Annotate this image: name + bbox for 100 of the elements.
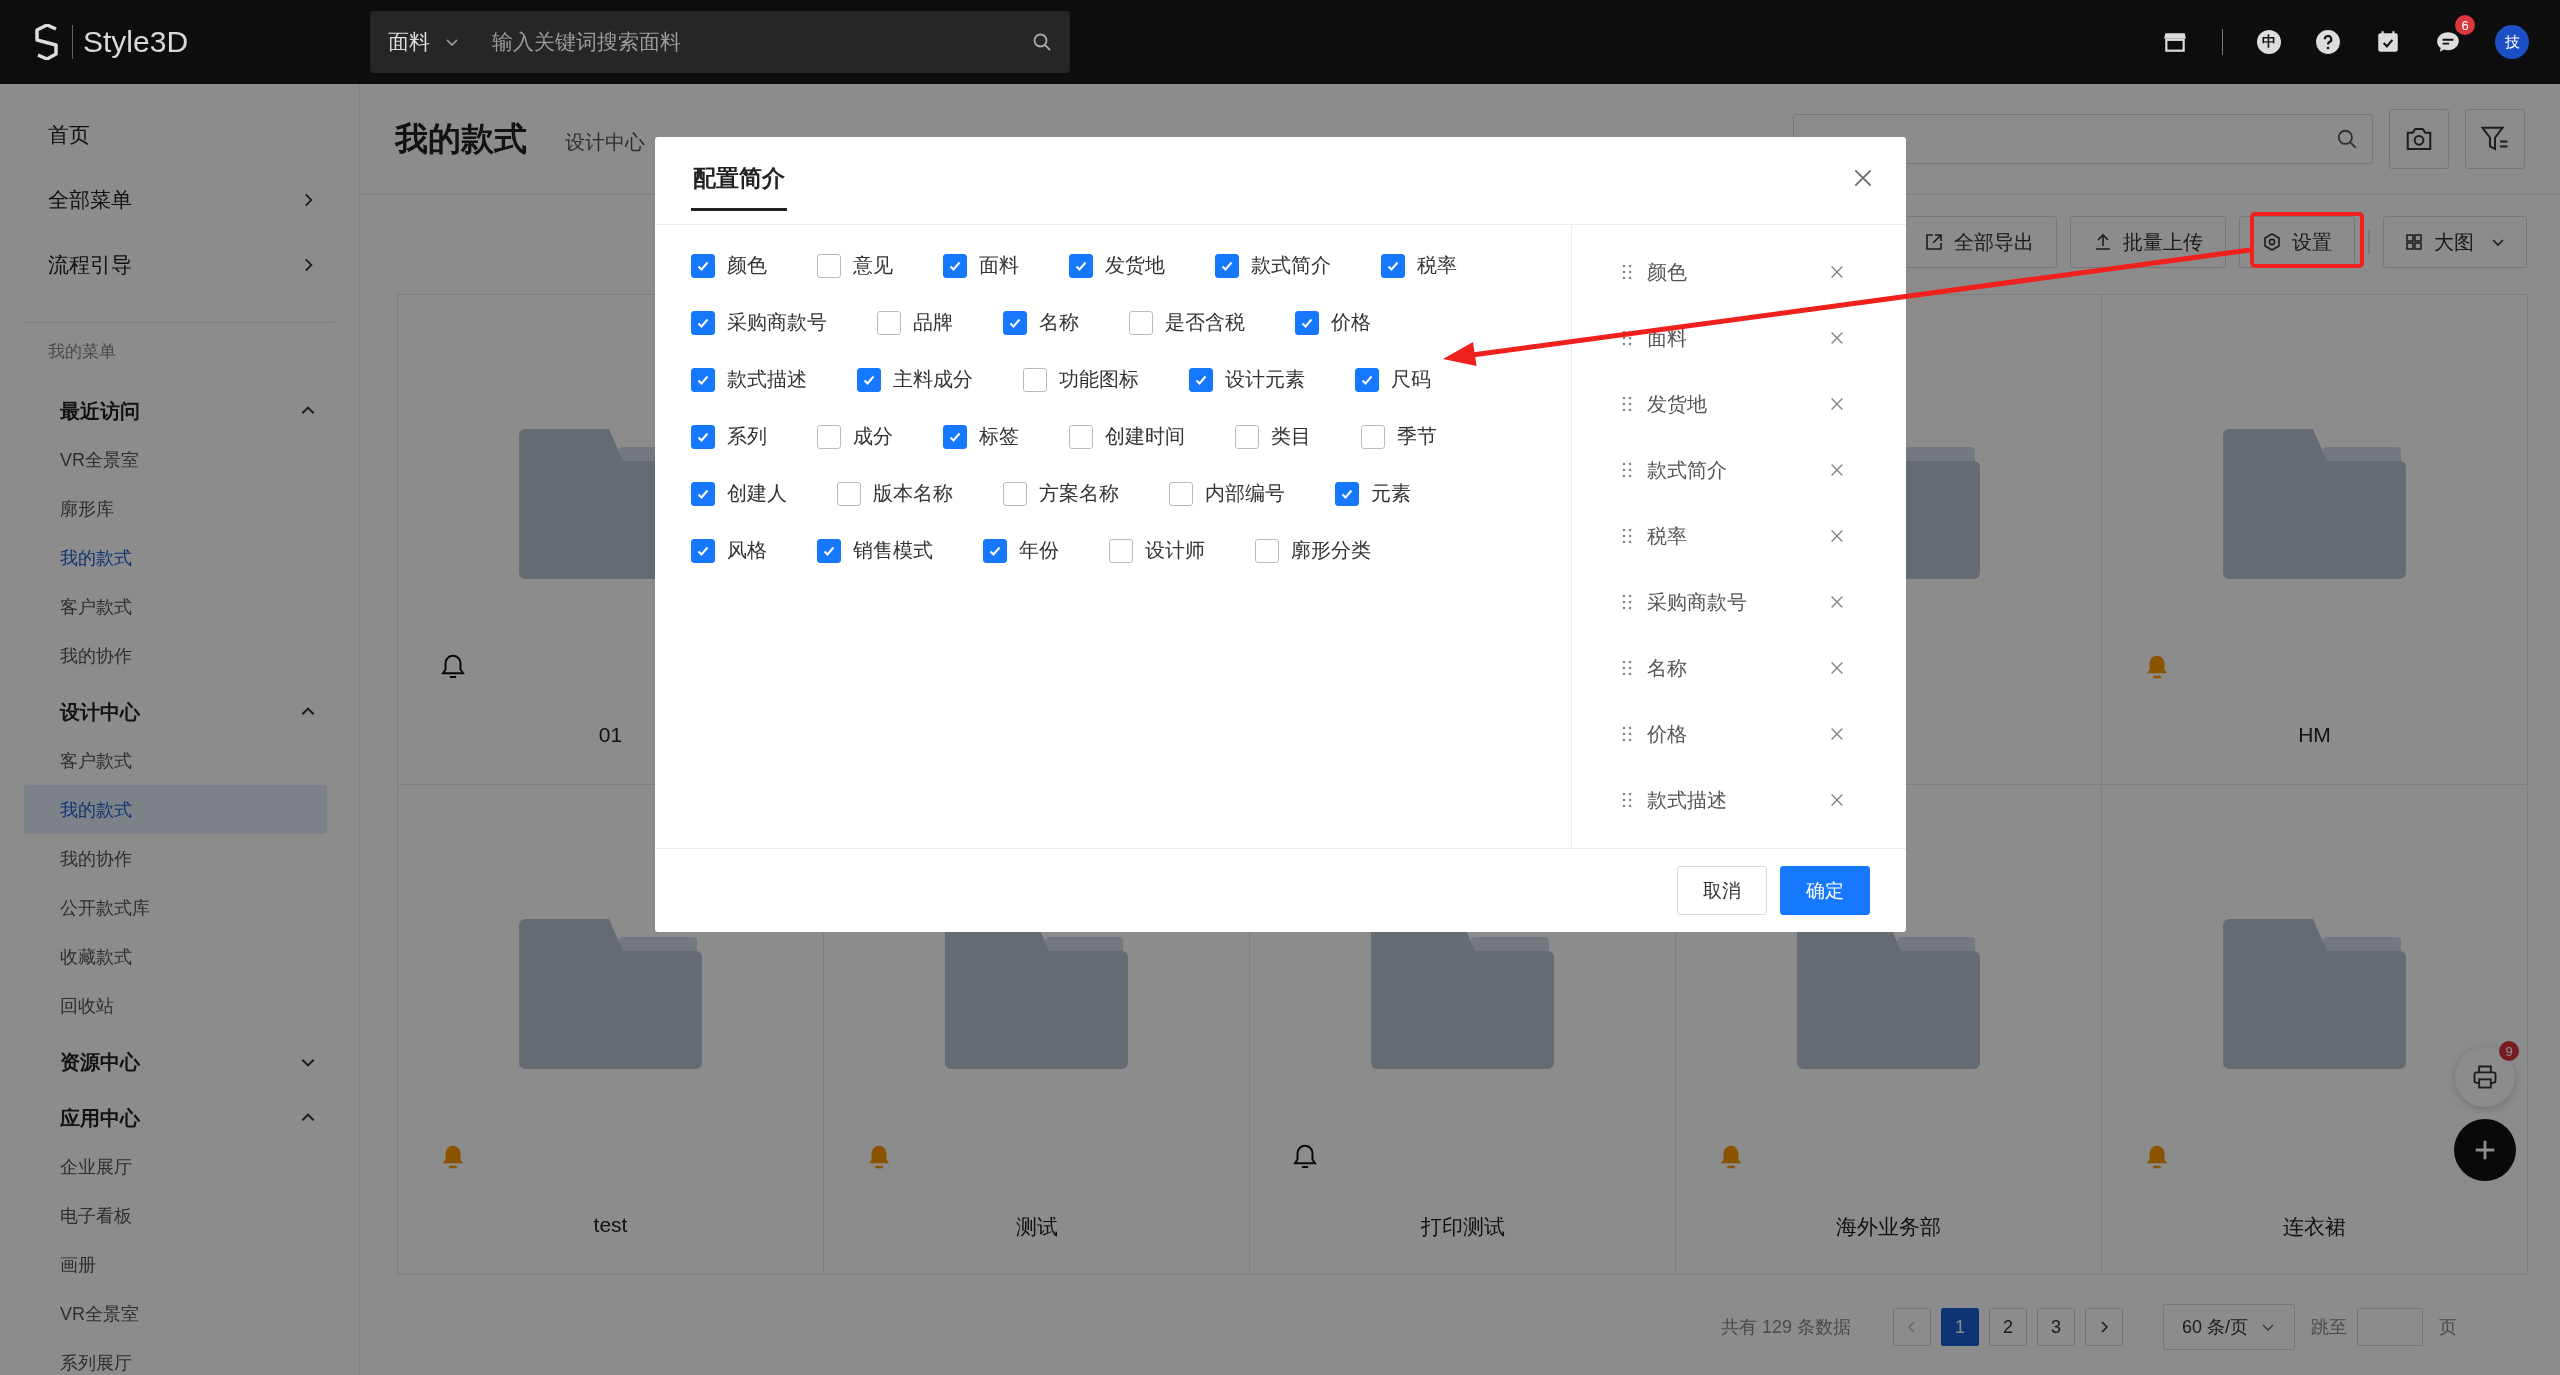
drag-handle-icon[interactable] bbox=[1622, 462, 1632, 478]
menu-item[interactable]: 我的协作 bbox=[24, 631, 327, 680]
checkbox[interactable] bbox=[877, 310, 901, 335]
menu-item[interactable]: 企业展厅 bbox=[24, 1142, 327, 1191]
checkbox[interactable] bbox=[1235, 424, 1259, 449]
drag-handle-icon[interactable] bbox=[1622, 594, 1632, 610]
camera-button[interactable] bbox=[2389, 109, 2449, 169]
cancel-button[interactable]: 取消 bbox=[1677, 866, 1767, 915]
remove-icon[interactable] bbox=[1828, 659, 1846, 677]
menu-item[interactable]: 廓形库 bbox=[24, 484, 327, 533]
dialog-title[interactable]: 配置简介 bbox=[691, 137, 787, 211]
menu-item[interactable]: 我的协作 bbox=[24, 834, 327, 883]
checkbox[interactable] bbox=[837, 481, 861, 506]
menu-item[interactable]: VR全景室 bbox=[24, 1289, 327, 1338]
checkbox[interactable] bbox=[1361, 424, 1385, 449]
remove-icon[interactable] bbox=[1828, 593, 1846, 611]
menu-item[interactable]: 我的款式 bbox=[24, 533, 327, 582]
checkbox[interactable] bbox=[1003, 481, 1027, 506]
menu-item[interactable]: 系列展厅 bbox=[24, 1338, 327, 1375]
filter-button[interactable] bbox=[2465, 109, 2525, 169]
user-avatar[interactable]: 技 bbox=[2495, 25, 2529, 59]
menu-item[interactable]: 公开款式库 bbox=[24, 883, 327, 932]
folder-card[interactable]: test bbox=[398, 785, 824, 1275]
checkbox[interactable] bbox=[691, 253, 715, 278]
print-button[interactable] bbox=[2455, 1047, 2515, 1107]
menu-item[interactable]: 我的款式 bbox=[24, 785, 327, 834]
page-button[interactable]: 2 bbox=[1989, 1308, 2027, 1346]
checkbox-label: 款式简介 bbox=[1251, 253, 1331, 278]
checkbox[interactable] bbox=[1023, 367, 1047, 392]
category-select[interactable]: 面料 bbox=[388, 28, 490, 56]
menu-item[interactable]: 客户款式 bbox=[24, 582, 327, 631]
checkbox[interactable] bbox=[817, 538, 841, 563]
upload-button[interactable]: 批量上传 bbox=[2070, 216, 2226, 268]
help-icon[interactable] bbox=[2315, 29, 2341, 55]
checkbox-label: 是否含税 bbox=[1165, 310, 1245, 335]
checkbox[interactable] bbox=[1069, 424, 1093, 449]
breadcrumb-link[interactable]: 设计中心 bbox=[565, 128, 645, 156]
menu-item[interactable]: 首页 bbox=[0, 102, 359, 167]
confirm-button[interactable]: 确定 bbox=[1780, 866, 1870, 915]
calendar-check-icon[interactable] bbox=[2375, 29, 2401, 55]
checkbox[interactable] bbox=[1215, 253, 1239, 278]
checkbox[interactable] bbox=[691, 538, 715, 563]
menu-group-header[interactable]: 设计中心 bbox=[0, 688, 359, 736]
drag-handle-icon[interactable] bbox=[1622, 726, 1632, 742]
drag-handle-icon[interactable] bbox=[1622, 264, 1632, 280]
drag-handle-icon[interactable] bbox=[1622, 528, 1632, 544]
close-icon[interactable] bbox=[1852, 167, 1874, 189]
menu-item[interactable]: 画册 bbox=[24, 1240, 327, 1289]
page-size-select[interactable]: 60 条/页 bbox=[2163, 1304, 2295, 1350]
remove-icon[interactable] bbox=[1828, 791, 1846, 809]
drag-handle-icon[interactable] bbox=[1622, 660, 1632, 676]
checkbox[interactable] bbox=[1129, 310, 1153, 335]
checkbox[interactable] bbox=[1003, 310, 1027, 335]
checkbox[interactable] bbox=[1255, 538, 1279, 563]
checkbox[interactable] bbox=[1189, 367, 1213, 392]
menu-group-header[interactable]: 资源中心 bbox=[0, 1038, 359, 1086]
checkbox-label: 设计师 bbox=[1145, 538, 1205, 563]
remove-icon[interactable] bbox=[1828, 395, 1846, 413]
drag-handle-icon[interactable] bbox=[1622, 396, 1632, 412]
checkbox[interactable] bbox=[691, 424, 715, 449]
menu-item[interactable]: 流程引导 bbox=[0, 232, 359, 297]
page-button[interactable]: 1 bbox=[1941, 1308, 1979, 1346]
drag-handle-icon[interactable] bbox=[1622, 330, 1632, 346]
remove-icon[interactable] bbox=[1828, 263, 1846, 281]
checkbox[interactable] bbox=[691, 310, 715, 335]
remove-icon[interactable] bbox=[1828, 329, 1846, 347]
checkbox[interactable] bbox=[1169, 481, 1193, 506]
checkbox[interactable] bbox=[691, 367, 715, 392]
menu-item[interactable]: 电子看板 bbox=[24, 1191, 327, 1240]
checkbox[interactable] bbox=[691, 481, 715, 506]
checkbox[interactable] bbox=[943, 424, 967, 449]
menu-group-header[interactable]: 最近访问 bbox=[0, 387, 359, 435]
checkbox[interactable] bbox=[1381, 253, 1405, 278]
menu-group-header[interactable]: 应用中心 bbox=[0, 1094, 359, 1142]
search-field[interactable]: 面料 输入关键词搜索面料 bbox=[370, 11, 1070, 73]
checkbox[interactable] bbox=[1109, 538, 1133, 563]
menu-item[interactable]: VR全景室 bbox=[24, 435, 327, 484]
search-icon[interactable] bbox=[2336, 128, 2358, 150]
checkbox[interactable] bbox=[817, 253, 841, 278]
menu-item[interactable]: 客户款式 bbox=[24, 736, 327, 785]
checkbox[interactable] bbox=[1355, 367, 1379, 392]
menu-item[interactable]: 收藏款式 bbox=[24, 932, 327, 981]
checkbox[interactable] bbox=[817, 424, 841, 449]
checkbox[interactable] bbox=[1069, 253, 1093, 278]
page-button[interactable]: 3 bbox=[2037, 1308, 2075, 1346]
checkbox[interactable] bbox=[857, 367, 881, 392]
view-select[interactable]: 大图 bbox=[2383, 216, 2527, 268]
remove-icon[interactable] bbox=[1828, 527, 1846, 545]
checkbox[interactable] bbox=[1335, 481, 1359, 506]
menu-item[interactable]: 全部菜单 bbox=[0, 167, 359, 232]
folder-card[interactable]: HM bbox=[2102, 295, 2528, 785]
checkbox[interactable] bbox=[943, 253, 967, 278]
drag-handle-icon[interactable] bbox=[1622, 792, 1632, 808]
checkbox[interactable] bbox=[983, 538, 1007, 563]
remove-icon[interactable] bbox=[1828, 725, 1846, 743]
language-button[interactable]: 中 bbox=[2257, 30, 2281, 54]
menu-item[interactable]: 回收站 bbox=[24, 981, 327, 1030]
remove-icon[interactable] bbox=[1828, 461, 1846, 479]
checkbox[interactable] bbox=[1295, 310, 1319, 335]
search-icon[interactable] bbox=[1032, 32, 1052, 52]
